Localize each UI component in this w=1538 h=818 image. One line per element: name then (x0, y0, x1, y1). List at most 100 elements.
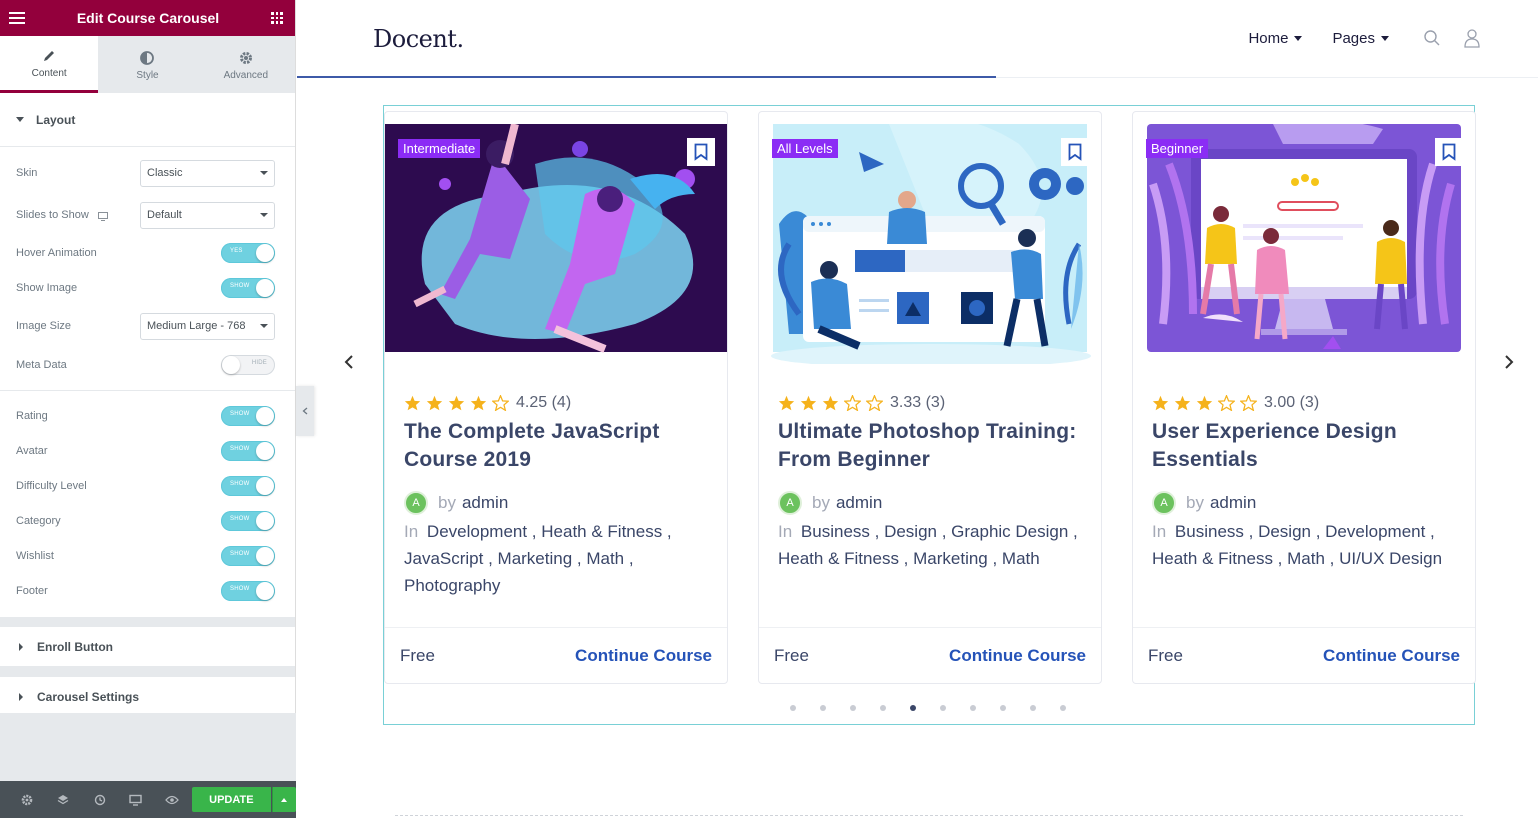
star-empty-icon (1218, 395, 1235, 411)
tab-advanced-label: Advanced (223, 69, 269, 81)
nav-pages[interactable]: Pages (1332, 30, 1389, 47)
carousel-dot[interactable] (790, 705, 796, 711)
difficulty-badge: All Levels (772, 139, 838, 158)
course-footer: Free Continue Course (385, 627, 727, 683)
skin-select[interactable]: Classic (140, 159, 275, 187)
show-image-label: Show Image (16, 281, 78, 294)
site-logo[interactable]: Docent. (373, 25, 464, 53)
wishlist-bookmark-icon[interactable] (1435, 138, 1463, 166)
slides-select[interactable]: Default (140, 201, 275, 229)
carousel-dot[interactable] (820, 705, 826, 711)
toggle-state: YES (230, 248, 243, 254)
responsive-desktop-icon[interactable] (97, 211, 108, 221)
section-layout-label: Layout (36, 112, 76, 127)
panel-collapse-handle[interactable] (296, 386, 314, 436)
carousel-dot[interactable] (850, 705, 856, 711)
course-image[interactable]: Intermediate (385, 124, 727, 354)
panel-tabs: Content Style Advanced (0, 36, 295, 93)
category-links[interactable]: Business , Design , Graphic Design , Hea… (778, 522, 1078, 568)
by-label: by (1186, 493, 1204, 512)
course-body: 3.00 (3) User Experience Design Essentia… (1152, 394, 1461, 572)
tab-style[interactable]: Style (98, 36, 196, 93)
section-carousel-settings[interactable]: Carousel Settings (0, 677, 295, 717)
dropdown-arrow-icon (260, 171, 268, 175)
star-empty-icon (492, 395, 509, 411)
avatar-toggle[interactable]: SHOW (221, 440, 275, 461)
section-enroll-button[interactable]: Enroll Button (0, 627, 295, 667)
course-categories: In Business , Design , Graphic Design , … (778, 518, 1087, 572)
image-size-select[interactable]: Medium Large - 768 (140, 312, 275, 340)
carousel-prev-button[interactable] (342, 355, 356, 369)
category-links[interactable]: Development , Heath & Fitness , JavaScri… (404, 522, 672, 595)
widgets-grid-icon[interactable] (271, 12, 283, 24)
course-image[interactable]: All Levels (759, 124, 1101, 364)
author-name[interactable]: admin (1210, 493, 1256, 513)
continue-course-link[interactable]: Continue Course (1323, 646, 1460, 666)
difficulty-toggle[interactable]: SHOW (221, 475, 275, 496)
course-title[interactable]: Ultimate Photoshop Training: From Beginn… (778, 418, 1087, 474)
meta-data-toggle[interactable]: HIDE (221, 354, 275, 375)
section-carousel-label: Carousel Settings (37, 689, 140, 704)
course-card[interactable]: Beginner 3.00 (3) User Experience Design… (1132, 111, 1476, 684)
wishlist-bookmark-icon[interactable] (1061, 138, 1089, 166)
history-icon[interactable] (81, 794, 117, 806)
section-enroll-label: Enroll Button (37, 639, 113, 654)
course-card[interactable]: Intermediate 4.25 (4) The Complete JavaS… (384, 111, 728, 684)
course-card[interactable]: All Levels 3.33 (3) Ultimate Photoshop T… (758, 111, 1102, 684)
carousel-dot[interactable] (970, 705, 976, 711)
wishlist-toggle[interactable]: SHOW (221, 545, 275, 566)
continue-course-link[interactable]: Continue Course (575, 646, 712, 666)
carousel-dot[interactable] (910, 705, 916, 711)
carousel-dot[interactable] (1060, 705, 1066, 711)
show-image-toggle[interactable]: SHOW (221, 277, 275, 298)
update-button[interactable]: UPDATE (192, 787, 271, 812)
toggle-state: SHOW (230, 585, 250, 592)
layers-icon[interactable] (45, 794, 81, 806)
preview-eye-icon[interactable] (154, 795, 190, 805)
tab-advanced[interactable]: Advanced (197, 36, 295, 93)
author-name[interactable]: admin (836, 493, 882, 513)
in-label: In (778, 522, 793, 541)
control-difficulty: Difficulty Level SHOW (16, 468, 275, 503)
control-rating: Rating SHOW (16, 398, 275, 433)
user-icon[interactable] (1463, 28, 1481, 48)
toggle-knob (256, 511, 274, 530)
section-layout[interactable]: Layout (0, 93, 295, 147)
nav-home[interactable]: Home (1248, 30, 1303, 47)
carousel-next-button[interactable] (1502, 355, 1516, 369)
course-body: 4.25 (4) The Complete JavaScript Course … (404, 394, 713, 599)
chevron-left-icon (344, 355, 353, 369)
panel-header: Edit Course Carousel (0, 0, 295, 36)
dropdown-arrow-icon (260, 213, 268, 217)
carousel-dot[interactable] (1000, 705, 1006, 711)
avatar: A (404, 491, 428, 515)
settings-icon[interactable] (9, 794, 45, 806)
rating-toggle[interactable]: SHOW (221, 405, 275, 426)
carousel-dot[interactable] (940, 705, 946, 711)
author-name[interactable]: admin (462, 493, 508, 513)
category-links[interactable]: Business , Design , Development , Heath … (1152, 522, 1442, 568)
toggle-state: SHOW (230, 410, 250, 417)
continue-course-link[interactable]: Continue Course (949, 646, 1086, 666)
toggle-knob (256, 581, 274, 600)
tab-content[interactable]: Content (0, 36, 99, 93)
category-toggle[interactable]: SHOW (221, 510, 275, 531)
search-icon[interactable] (1423, 29, 1441, 47)
star-filled-icon (470, 395, 487, 411)
menu-icon[interactable] (9, 12, 25, 24)
toggle-state: SHOW (230, 282, 250, 289)
carousel-dot[interactable] (1030, 705, 1036, 711)
nav-pages-label: Pages (1332, 29, 1375, 47)
course-title[interactable]: The Complete JavaScript Course 2019 (404, 418, 713, 474)
responsive-mode-icon[interactable] (118, 794, 154, 806)
course-image[interactable]: Beginner (1133, 124, 1475, 354)
tab-content-label: Content (31, 68, 67, 79)
course-title[interactable]: User Experience Design Essentials (1152, 418, 1461, 474)
update-options-button[interactable] (271, 787, 297, 812)
main-nav: Home Pages (1248, 28, 1481, 48)
hover-animation-toggle[interactable]: YES (221, 243, 275, 263)
wishlist-bookmark-icon[interactable] (687, 138, 715, 166)
toggle-state: SHOW (230, 445, 250, 452)
footer-toggle[interactable]: SHOW (221, 580, 275, 601)
carousel-dot[interactable] (880, 705, 886, 711)
